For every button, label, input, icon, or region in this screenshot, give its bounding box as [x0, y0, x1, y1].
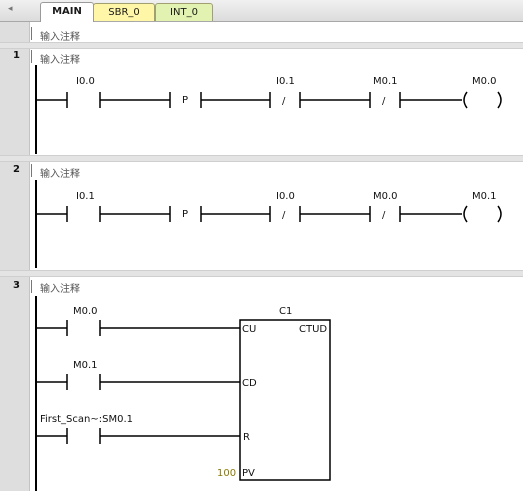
normally-closed-mark: / — [282, 210, 286, 221]
counter-name-label[interactable]: C1 — [279, 306, 292, 317]
normally-closed-mark: / — [282, 96, 286, 107]
power-rail-3 — [35, 296, 37, 491]
contact-label-m0-0[interactable]: M0.0 — [73, 306, 98, 317]
network-3-rungs — [36, 319, 331, 481]
positive-transition-label: P — [182, 209, 188, 220]
pin-pv-label: PV — [242, 468, 255, 479]
normally-closed-mark: / — [382, 96, 386, 107]
power-rail-2 — [35, 180, 37, 268]
contact-label-m0-1[interactable]: M0.1 — [73, 360, 98, 371]
contact-label-i0-1[interactable]: I0.1 — [276, 76, 295, 87]
pin-cd-label: CD — [242, 378, 257, 389]
contact-label-m0-1[interactable]: M0.1 — [373, 76, 398, 87]
contact-label-m0-0[interactable]: M0.0 — [373, 191, 398, 202]
contact-label-i0-0[interactable]: I0.0 — [76, 76, 95, 87]
positive-transition-label: P — [182, 95, 188, 106]
counter-box[interactable] — [239, 319, 331, 481]
normally-closed-mark: / — [382, 210, 386, 221]
pv-value[interactable]: 100 — [217, 468, 236, 479]
ladder-diagram: I0.0 P I0.1 / M0.1 / M0.0 I0.1 P I0.0 / … — [35, 65, 502, 491]
power-rail-1 — [35, 65, 37, 154]
contact-label-i0-0[interactable]: I0.0 — [276, 191, 295, 202]
pin-r-label: R — [243, 432, 250, 443]
pin-cu-label: CU — [242, 324, 256, 335]
counter-type-label: CTUD — [299, 324, 327, 335]
coil-label-m0-1[interactable]: M0.1 — [472, 191, 497, 202]
coil-label-m0-0[interactable]: M0.0 — [472, 76, 497, 87]
contact-label-i0-1[interactable]: I0.1 — [76, 191, 95, 202]
contact-label-first-scan[interactable]: First_Scan~:SM0.1 — [40, 414, 133, 425]
network-2-rung — [36, 205, 502, 223]
network-1-rung — [36, 91, 502, 109]
